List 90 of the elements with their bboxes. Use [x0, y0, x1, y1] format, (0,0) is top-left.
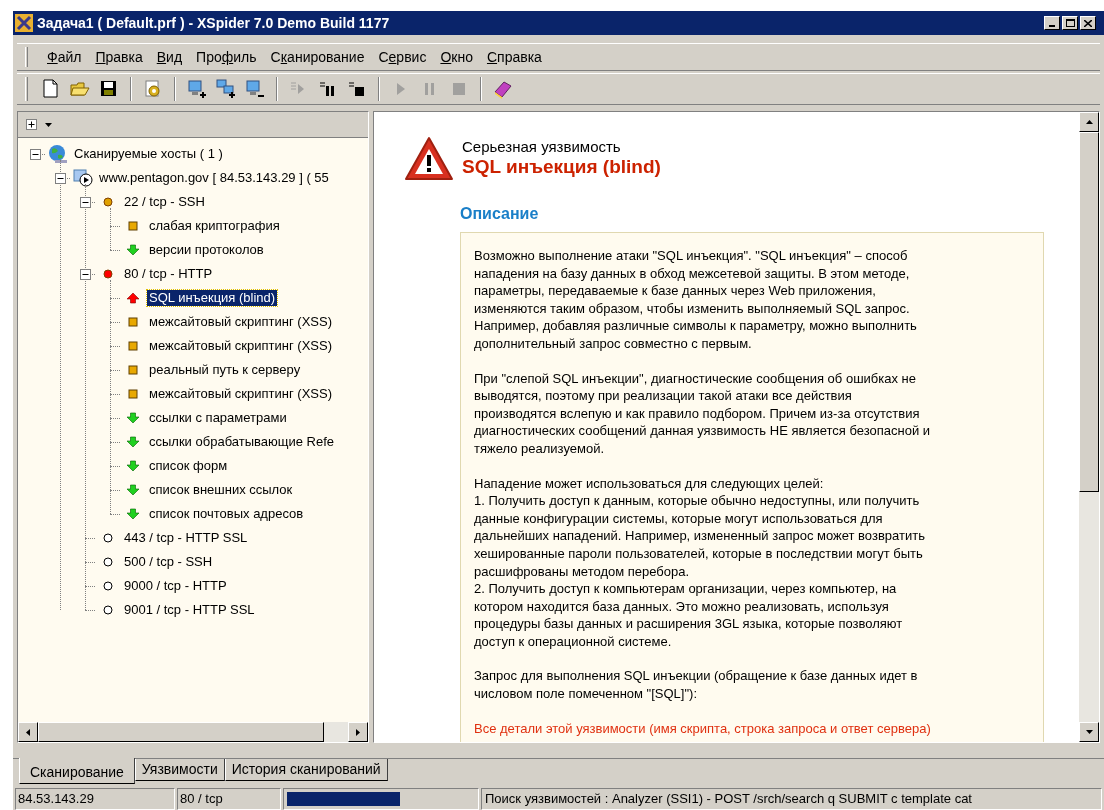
port-dot-icon — [101, 605, 115, 615]
tree-item[interactable]: www.pentagon.gov [ 84.53.143.29 ] ( 55 — [97, 170, 331, 186]
tree-item[interactable]: список внешних ссылок — [147, 482, 295, 498]
collapse-icon[interactable] — [30, 148, 41, 160]
tree-item[interactable]: 22 / tcp - SSH — [122, 194, 207, 210]
menu-item[interactable]: Файл — [40, 46, 89, 68]
square-icon — [126, 388, 140, 400]
tree-item[interactable]: 9001 / tcp - HTTP SSL — [122, 602, 257, 618]
menu-item[interactable]: Окно — [433, 46, 480, 68]
warning-icon — [404, 136, 454, 182]
tree-item[interactable]: ссылки обрабатывающие Refe — [147, 434, 336, 450]
computer-play-icon — [72, 168, 94, 188]
port-dot-icon — [101, 533, 115, 543]
menu-item[interactable]: Сканирование — [263, 46, 372, 68]
tree-item[interactable]: Сканируемые хосты ( 1 ) — [72, 146, 225, 162]
scroll-right-button[interactable] — [348, 722, 368, 742]
severity-label: Серьезная уязвимость — [462, 138, 622, 156]
down-arrow-icon — [126, 412, 140, 424]
down-arrow-icon — [1085, 730, 1093, 734]
menu-item[interactable]: Вид — [149, 46, 190, 68]
remove-computer-icon — [244, 78, 266, 100]
status-port: 80 / tcp — [177, 788, 281, 810]
port-dot-icon — [101, 581, 115, 591]
description-paragraph: Запрос для выполнения SQL инъекции (обращение к базе данных идет в числовом поле помеченном "[SQL]"): — [474, 667, 919, 703]
tree-item[interactable]: 9000 / tcp - HTTP — [122, 578, 229, 594]
add-computer-icon — [186, 78, 208, 100]
description-paragraph: При "слепой SQL инъекции", диагностические сообщения об ошибках не выводятся, поэтому при реализации такой атаки все действия производятся вслепую и как правило подбором. Причем из-за отсутствия диагностических сообщений данная уязвимость НЕ является безопасной и тяжело реализуемой. — [474, 369, 932, 458]
tab[interactable]: Уязвимости — [134, 759, 225, 781]
collapse-icon[interactable] — [80, 196, 91, 208]
tree-item[interactable]: версии протоколов — [147, 242, 266, 258]
tree-item[interactable]: межсайтовый скриптинг (XSS) — [147, 314, 334, 330]
port-dot-icon — [101, 557, 115, 567]
down-arrow-icon — [126, 460, 140, 472]
down-arrow-icon — [126, 436, 140, 448]
collapse-icon[interactable] — [55, 172, 66, 184]
tree-item[interactable]: 443 / tcp - HTTP SSL — [122, 530, 250, 546]
window-title: Задача1 ( Default.prf ) - XSpider 7.0 Demo Build 1177 — [37, 13, 390, 33]
tree-item[interactable]: 500 / tcp - SSH — [122, 554, 215, 570]
tree-item[interactable]: реальный путь к серверу — [147, 362, 303, 378]
port-dot-icon — [101, 197, 115, 207]
tree-item[interactable]: 80 / tcp - HTTP — [122, 266, 215, 282]
minimize-button[interactable] — [1044, 16, 1060, 30]
warning-text: Все детали этой уязвимости (имя скрипта, строка запроса и ответ сервера) — [474, 719, 932, 738]
tab[interactable]: Сканирование — [19, 758, 135, 784]
expand-all-icon[interactable] — [26, 119, 37, 130]
scroll-up-button[interactable] — [1079, 112, 1099, 132]
down-arrow-icon — [126, 484, 140, 496]
horizontal-scrollbar[interactable] — [18, 722, 368, 742]
tree-item[interactable]: SQL инъекция (blind) — [147, 290, 278, 306]
square-icon — [126, 364, 140, 376]
tree-item[interactable]: ссылки с параметрами — [147, 410, 289, 426]
square-icon — [126, 340, 140, 352]
down-arrow-icon — [126, 508, 140, 520]
up-arrow-icon — [126, 292, 140, 304]
vertical-scrollbar[interactable] — [1079, 112, 1099, 742]
square-icon — [126, 220, 140, 232]
tree-item[interactable]: список форм — [147, 458, 230, 474]
tree-item[interactable]: межсайтовый скриптинг (XSS) — [147, 338, 334, 354]
scroll-left-button[interactable] — [18, 722, 38, 742]
tab[interactable]: История сканирований — [224, 759, 388, 781]
description-paragraph: Нападение может использоваться для следующих целей: 1. Получить доступ к данным, которые обычно недоступны, или получить данные конфигурации системы, которые могут использоваться для дальнейших нападений. Например, измененный запрос может возвратить хешированные пароли пользователей, которые в последствии могут быть расшифрованы методом перебора. 2. Получить доступ к компьютерам организации, через компьютер, на котором находится база данных. Это можно реализовать, используя процедуры базы данных и расширения 3GL языка, которые позволяют доступ к операционной системе. — [474, 474, 926, 651]
down-arrow-icon — [126, 244, 140, 256]
square-icon — [126, 316, 140, 328]
vulnerability-title: SQL инъекция (blind) — [462, 156, 661, 178]
tree-item[interactable]: список почтовых адресов — [147, 506, 306, 522]
port-dot-icon — [101, 269, 115, 279]
section-heading: Описание — [460, 204, 540, 224]
menu-item[interactable]: Профиль — [189, 46, 264, 68]
menu-item[interactable]: Правка — [88, 46, 150, 68]
up-arrow-icon — [1085, 120, 1093, 124]
tree-item[interactable]: межсайтовый скриптинг (XSS) — [147, 386, 334, 402]
dropdown-caret-icon[interactable] — [45, 122, 52, 127]
left-arrow-icon — [26, 728, 30, 736]
description-paragraph: Возможно выполнение атаки "SQL инъекция". "SQL инъекция" – способ нападения на базу данных в обход межсетевой защиты. В этом методе, параметры, передаваемые к базе данных через Web приложения, изменяются таким образом, чтобы изменить выполняемый SQL запрос. Например, добавляя различные символы к параметру, можно выполнить дополнительный запрос совместно с первым. — [474, 247, 918, 353]
close-button[interactable] — [1080, 16, 1096, 30]
scroll-down-button[interactable] — [1079, 722, 1099, 742]
tree-item[interactable]: слабая криптография — [147, 218, 282, 234]
right-arrow-icon — [356, 728, 360, 736]
add-computers-icon — [215, 78, 237, 100]
maximize-button[interactable] — [1062, 16, 1078, 30]
collapse-icon[interactable] — [80, 268, 91, 280]
status-address: 84.53.143.29 — [15, 788, 175, 810]
close-icon — [1084, 19, 1092, 27]
scroll-thumb[interactable] — [38, 722, 324, 742]
menu-item[interactable]: Справка — [479, 46, 549, 68]
app-icon — [15, 14, 33, 32]
status-message: Поиск уязвимостей : Analyzer (SSI1) - POST /srch/search q SUBMIT c template cat — [481, 788, 1102, 810]
menu-item[interactable]: Сервис — [371, 46, 434, 68]
scroll-thumb[interactable] — [1079, 132, 1099, 492]
globe-icon — [47, 144, 69, 164]
